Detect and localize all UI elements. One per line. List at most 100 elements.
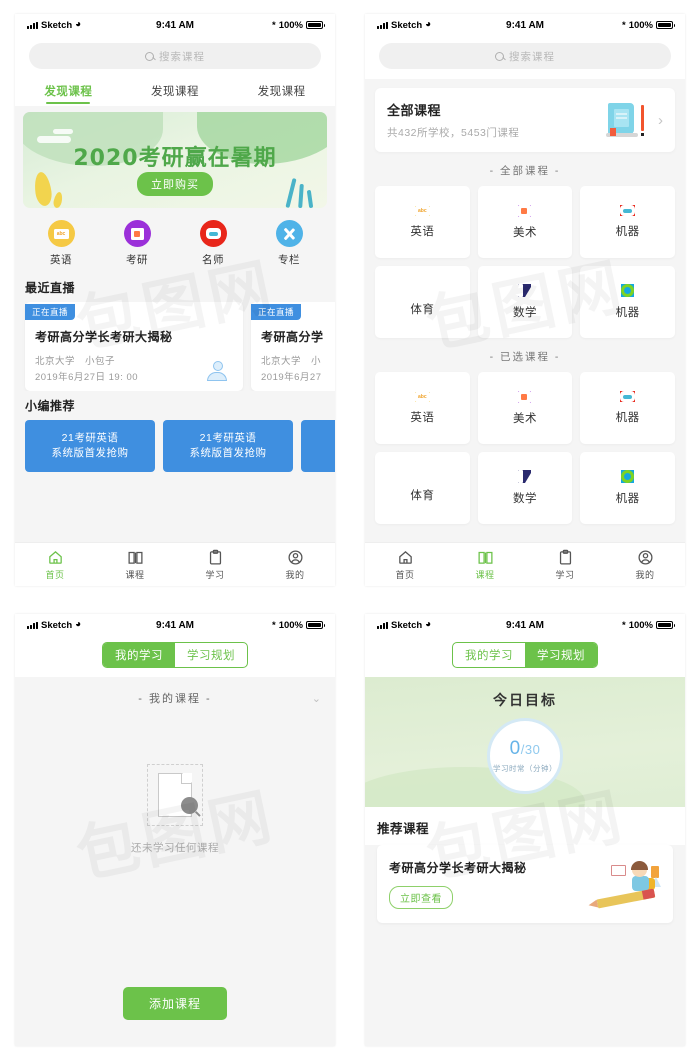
- category-kaoyan[interactable]: 考研: [99, 220, 175, 267]
- wifi-icon: ◕: [75, 19, 82, 30]
- segmented-control: 我的学习 学习规划: [102, 642, 248, 668]
- search-input[interactable]: 搜索课程: [379, 43, 671, 69]
- course-tile-robot[interactable]: 机器: [580, 372, 675, 444]
- course-label: 机器: [615, 226, 640, 238]
- course-label: 英语: [410, 225, 435, 238]
- home-icon: [397, 549, 414, 566]
- course-tile-robot[interactable]: 机器: [580, 186, 675, 258]
- course-tile-sport[interactable]: 体育: [375, 452, 470, 524]
- view-now-button[interactable]: 立即查看: [389, 886, 453, 909]
- screens-grid: Sketch ◕ 9:41 AM * 100% 搜索课程 发现课程 发现课程 发…: [0, 0, 700, 1053]
- category-column[interactable]: 专栏: [251, 220, 327, 267]
- tab-discover-1[interactable]: 发现课程: [15, 79, 122, 106]
- art-easel-icon: [518, 204, 532, 217]
- battery-icon: [656, 620, 676, 630]
- all-courses-card[interactable]: 全部课程 共432所学校，5453门课程 ›: [375, 88, 675, 152]
- recommend-card[interactable]: 21 系统: [301, 420, 335, 472]
- clipboard-icon: [207, 549, 224, 566]
- carrier-label: Sketch: [41, 19, 73, 31]
- carrier-label: Sketch: [391, 19, 423, 31]
- recommend-card-list[interactable]: 21考研英语 系统版首发抢购 21考研英语 系统版首发抢购 21 系统: [15, 420, 335, 482]
- tab-discover-2[interactable]: 发现课程: [122, 79, 229, 106]
- battery-icon: [656, 20, 676, 30]
- promo-banner[interactable]: 2020考研赢在暑期 立即购买: [23, 112, 327, 208]
- empty-document-icon: [147, 764, 203, 826]
- tab-bar: 首页 课程 学习 我的: [365, 542, 685, 586]
- chevron-down-icon[interactable]: ⌄: [312, 692, 321, 705]
- search-input[interactable]: 搜索课程: [29, 43, 321, 69]
- course-label: 数学: [512, 493, 537, 505]
- tab-label: 首页: [45, 569, 65, 580]
- grass-icon: [285, 177, 297, 208]
- abc-board-icon: abc: [47, 220, 75, 247]
- banner-title: 2020考研赢在暑期: [73, 146, 277, 171]
- status-bar: Sketch ◕ 9:41 AM * 100%: [365, 14, 685, 36]
- tab-courses[interactable]: 课程: [95, 543, 175, 586]
- battery-icon: [306, 20, 326, 30]
- tab-discover-3[interactable]: 发现课程: [228, 79, 335, 106]
- chevron-right-icon[interactable]: ›: [658, 112, 663, 129]
- category-teacher[interactable]: 名师: [175, 220, 251, 267]
- section-all-courses-label: - 全部课程 -: [489, 165, 561, 177]
- segment-study-plan[interactable]: 学习规划: [525, 643, 597, 667]
- add-course-button[interactable]: 添加课程: [122, 987, 228, 1020]
- tab-courses[interactable]: 课程: [445, 543, 525, 586]
- tab-bar: 首页 课程 学习 我的: [15, 542, 335, 586]
- live-card-list[interactable]: 正在直播 考研高分学长考研大揭秘 北京大学 小包子 2019年6月27日 19:…: [15, 302, 335, 391]
- goal-progress-ring: 0/30 学习时常（分钟）: [487, 718, 563, 794]
- tab-profile[interactable]: 我的: [605, 543, 685, 586]
- robot-icon: [620, 391, 636, 402]
- category-label: 英语: [50, 254, 72, 266]
- tab-label: 我的: [635, 569, 655, 580]
- recommend-card[interactable]: 21考研英语 系统版首发抢购: [163, 420, 293, 472]
- screen-study-plan: Sketch ◕ 9:41 AM * 100% 我的学习 学习规划 今日目标 0…: [350, 600, 700, 1053]
- recommend-card[interactable]: 21考研英语 系统版首发抢购: [25, 420, 155, 472]
- category-label: 名师: [202, 254, 224, 266]
- category-english[interactable]: abc 英语: [23, 220, 99, 267]
- signal-icon: [27, 621, 38, 629]
- book-icon: [477, 549, 494, 566]
- status-bar: Sketch ◕ 9:41 AM * 100%: [15, 614, 335, 636]
- tab-home[interactable]: 首页: [365, 543, 445, 586]
- empty-state: 还未学习任何课程: [15, 706, 335, 855]
- tab-study[interactable]: 学习: [525, 543, 605, 586]
- clock-label: 9:41 AM: [156, 619, 194, 631]
- recommend-course-card[interactable]: 考研高分学长考研大揭秘 立即查看: [377, 845, 673, 923]
- course-label: 数学: [512, 307, 537, 319]
- segment-study-plan[interactable]: 学习规划: [175, 643, 247, 667]
- course-label: 机器: [615, 493, 640, 505]
- course-tile-math[interactable]: 数学: [477, 266, 573, 338]
- all-courses-title: 全部课程: [387, 103, 442, 118]
- tab-profile[interactable]: 我的: [255, 543, 335, 586]
- screen-home: Sketch ◕ 9:41 AM * 100% 搜索课程 发现课程 发现课程 发…: [0, 0, 350, 600]
- course-tile-english[interactable]: abc 英语: [375, 186, 470, 258]
- live-card-title: 考研高分学: [261, 330, 324, 344]
- course-tile-art[interactable]: 美术: [477, 372, 573, 444]
- tab-home[interactable]: 首页: [15, 543, 95, 586]
- grass-icon: [306, 189, 314, 208]
- all-courses-grid: abc 英语 美术 机器 体育 数学 机器: [365, 186, 685, 338]
- carrier-label: Sketch: [391, 619, 423, 631]
- student-illustration-icon: [596, 861, 661, 909]
- course-tile-sport[interactable]: 体育: [375, 266, 470, 338]
- bluetooth-icon: *: [622, 619, 626, 631]
- buy-now-button[interactable]: 立即购买: [137, 172, 213, 196]
- geometry-icon: [518, 470, 532, 483]
- live-card[interactable]: 正在直播 考研高分学 北京大学 小 2019年6月27: [251, 302, 335, 391]
- abc-board-icon: abc: [414, 205, 430, 216]
- daily-goal-card: 今日目标 0/30 学习时常（分钟） 连续3天达成目标即可获取奖励: [365, 677, 685, 807]
- live-card[interactable]: 正在直播 考研高分学长考研大揭秘 北京大学 小包子 2019年6月27日 19:…: [25, 302, 243, 391]
- course-tile-english[interactable]: abc 英语: [375, 372, 470, 444]
- segment-my-study[interactable]: 我的学习: [103, 643, 175, 667]
- course-tile-gear[interactable]: 机器: [580, 266, 675, 338]
- segment-my-study[interactable]: 我的学习: [453, 643, 525, 667]
- course-tile-gear[interactable]: 机器: [580, 452, 675, 524]
- category-label: 专栏: [278, 254, 300, 266]
- recommend-line1: 21考研英语: [61, 431, 119, 444]
- course-tile-art[interactable]: 美术: [477, 186, 573, 258]
- tab-label: 学习: [205, 569, 225, 580]
- course-tile-math[interactable]: 数学: [477, 452, 573, 524]
- status-bar: Sketch ◕ 9:41 AM * 100%: [365, 614, 685, 636]
- tab-study[interactable]: 学习: [175, 543, 255, 586]
- segmented-control-area: 我的学习 学习规划: [15, 636, 335, 677]
